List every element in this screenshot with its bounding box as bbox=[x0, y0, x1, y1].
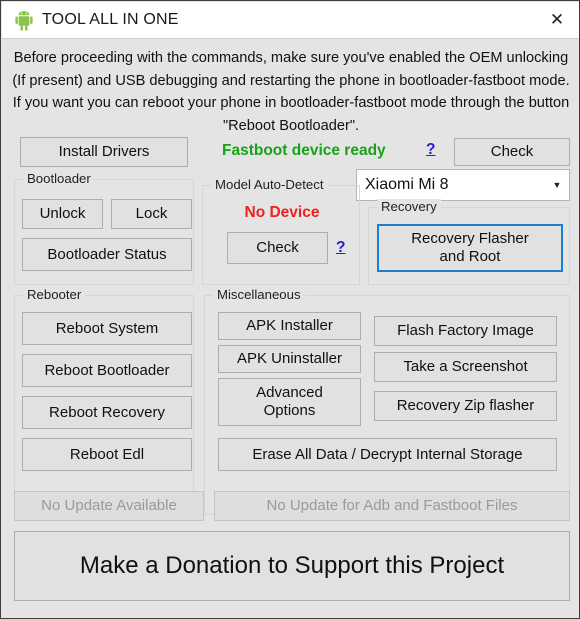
model-check-button[interactable]: Check bbox=[227, 232, 328, 264]
title-bar: TOOL ALL IN ONE ✕ bbox=[2, 2, 579, 39]
reboot-bootloader-button[interactable]: Reboot Bootloader bbox=[22, 354, 192, 387]
chevron-down-icon: ▼ bbox=[552, 180, 562, 190]
window-title: TOOL ALL IN ONE bbox=[42, 11, 179, 28]
unlock-button[interactable]: Unlock bbox=[22, 199, 103, 229]
tool-all-in-one-window: TOOL ALL IN ONE ✕ Before proceeding with… bbox=[0, 0, 580, 619]
erase-all-data-button[interactable]: Erase All Data / Decrypt Internal Storag… bbox=[218, 438, 557, 471]
client-area: Before proceeding with the commands, mak… bbox=[2, 39, 579, 618]
install-drivers-button[interactable]: Install Drivers bbox=[20, 137, 188, 167]
apk-uninstaller-button[interactable]: APK Uninstaller bbox=[218, 345, 361, 373]
device-model-value: Xiaomi Mi 8 bbox=[365, 176, 449, 193]
adb-files-update-button: No Update for Adb and Fastboot Files bbox=[214, 491, 570, 521]
android-robot-icon bbox=[15, 11, 33, 31]
app-update-button: No Update Available bbox=[14, 491, 204, 521]
instructions-text: Before proceeding with the commands, mak… bbox=[12, 50, 570, 134]
apk-installer-button[interactable]: APK Installer bbox=[218, 312, 361, 340]
fastboot-check-button[interactable]: Check bbox=[454, 138, 570, 166]
donation-button[interactable]: Make a Donation to Support this Project bbox=[14, 531, 570, 601]
miscellaneous-group: Miscellaneous APK Installer APK Uninstal… bbox=[204, 287, 570, 515]
device-model-select[interactable]: Xiaomi Mi 8 ▼ bbox=[356, 169, 570, 201]
model-help-link[interactable]: ? bbox=[336, 239, 345, 257]
miscellaneous-group-label: Miscellaneous bbox=[213, 287, 305, 302]
model-auto-detect-label: Model Auto-Detect bbox=[211, 177, 328, 192]
reboot-system-button[interactable]: Reboot System bbox=[22, 312, 192, 345]
model-auto-detect-group: Model Auto-Detect No Device Check ? bbox=[202, 177, 360, 285]
rebooter-group: Rebooter Reboot System Reboot Bootloader… bbox=[14, 287, 194, 515]
reboot-edl-button[interactable]: Reboot Edl bbox=[22, 438, 192, 471]
lock-button[interactable]: Lock bbox=[111, 199, 192, 229]
recovery-flasher-and-root-button[interactable]: Recovery Flasher and Root bbox=[376, 223, 564, 273]
fastboot-status-text: Fastboot device ready bbox=[222, 142, 386, 159]
close-icon[interactable]: ✕ bbox=[534, 2, 579, 38]
flash-factory-image-button[interactable]: Flash Factory Image bbox=[374, 316, 557, 346]
bootloader-group: Bootloader Unlock Lock Bootloader Status bbox=[14, 171, 194, 285]
take-a-screenshot-button[interactable]: Take a Screenshot bbox=[374, 352, 557, 382]
device-detect-status: No Device bbox=[244, 204, 320, 221]
fastboot-help-link[interactable]: ? bbox=[426, 141, 435, 159]
recovery-group: Recovery Recovery Flasher and Root bbox=[368, 199, 570, 285]
advanced-options-button[interactable]: Advanced Options bbox=[218, 378, 361, 426]
recovery-group-label: Recovery bbox=[377, 199, 441, 214]
recovery-zip-flasher-button[interactable]: Recovery Zip flasher bbox=[374, 391, 557, 421]
bootloader-group-label: Bootloader bbox=[23, 171, 95, 186]
rebooter-group-label: Rebooter bbox=[23, 287, 86, 302]
bootloader-status-button[interactable]: Bootloader Status bbox=[22, 238, 192, 271]
reboot-recovery-button[interactable]: Reboot Recovery bbox=[22, 396, 192, 429]
